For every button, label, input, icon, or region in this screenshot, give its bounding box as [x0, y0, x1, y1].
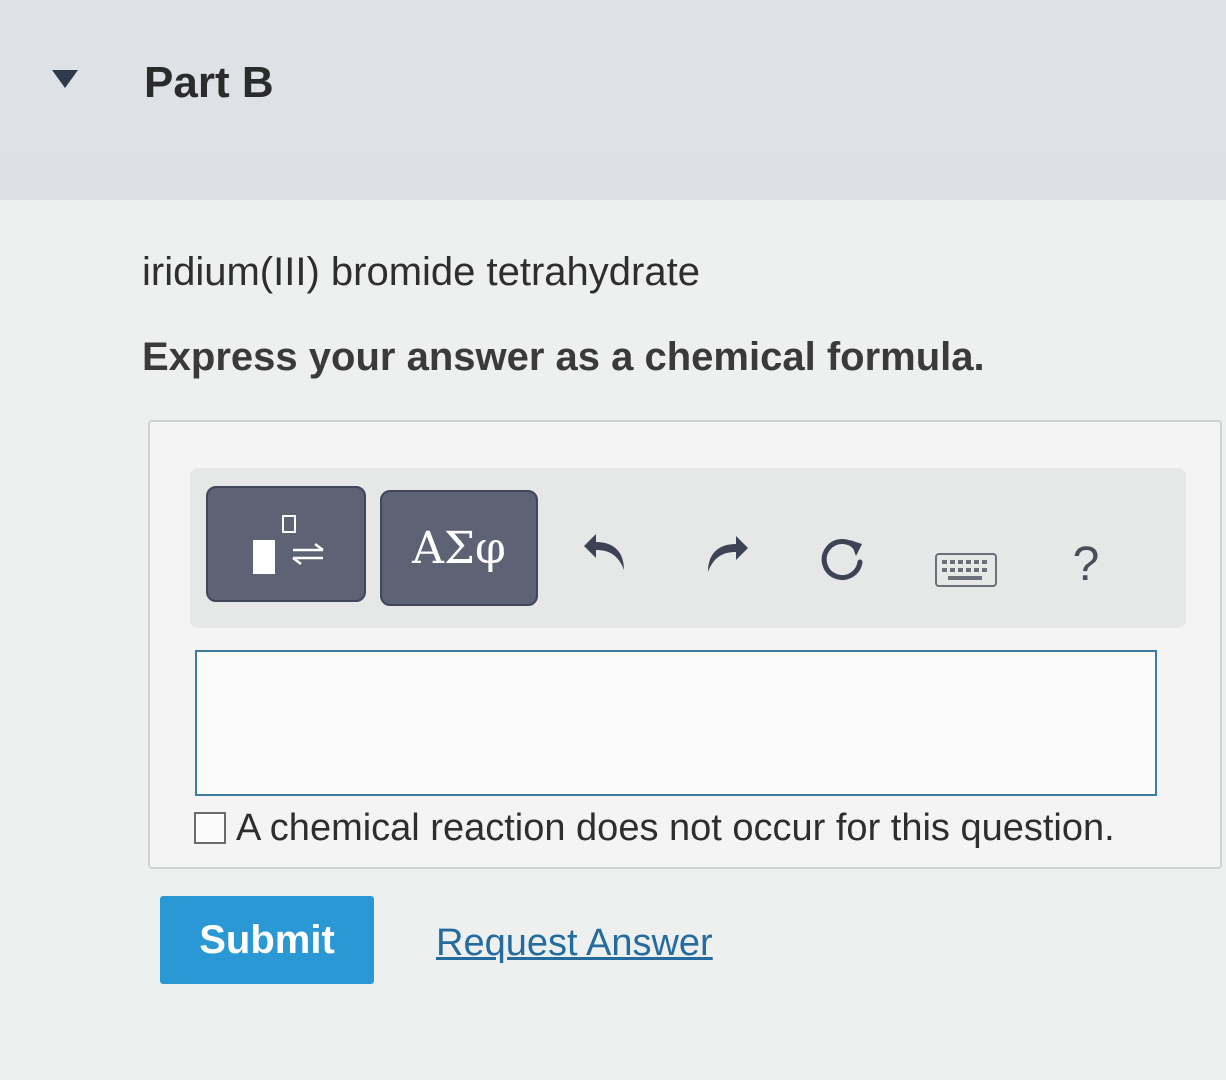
undo-button[interactable] [582, 520, 632, 576]
symbols-label: ΑΣφ [412, 522, 506, 574]
no-reaction-label[interactable]: A chemical reaction does not occur for t… [236, 807, 1115, 850]
templates-button[interactable] [206, 486, 366, 602]
answer-instruction: Express your answer as a chemical formul… [142, 335, 985, 379]
reset-icon [821, 539, 863, 580]
keyboard-button[interactable] [934, 552, 998, 588]
redo-icon [708, 536, 748, 572]
help-icon: ? [1072, 537, 1100, 591]
question-text: iridium(III) bromide tetrahydrate [142, 250, 700, 294]
part-title: Part B [144, 58, 274, 107]
reset-button[interactable] [816, 534, 868, 586]
part-header[interactable]: Part B [0, 0, 1226, 200]
triangle-down-icon[interactable] [52, 70, 78, 88]
template-superscript-equilibrium-icon [253, 515, 324, 574]
keyboard-icon [935, 553, 997, 587]
request-answer-link[interactable]: Request Answer [436, 922, 713, 965]
undo-icon [584, 534, 624, 570]
no-reaction-checkbox[interactable] [194, 812, 226, 844]
help-button[interactable]: ? [1064, 534, 1108, 594]
answer-input[interactable] [195, 650, 1157, 796]
submit-button[interactable]: Submit [160, 896, 374, 984]
no-reaction-option[interactable]: A chemical reaction does not occur for t… [194, 798, 1115, 858]
symbols-button[interactable]: ΑΣφ [380, 490, 538, 606]
redo-button[interactable] [700, 522, 750, 578]
